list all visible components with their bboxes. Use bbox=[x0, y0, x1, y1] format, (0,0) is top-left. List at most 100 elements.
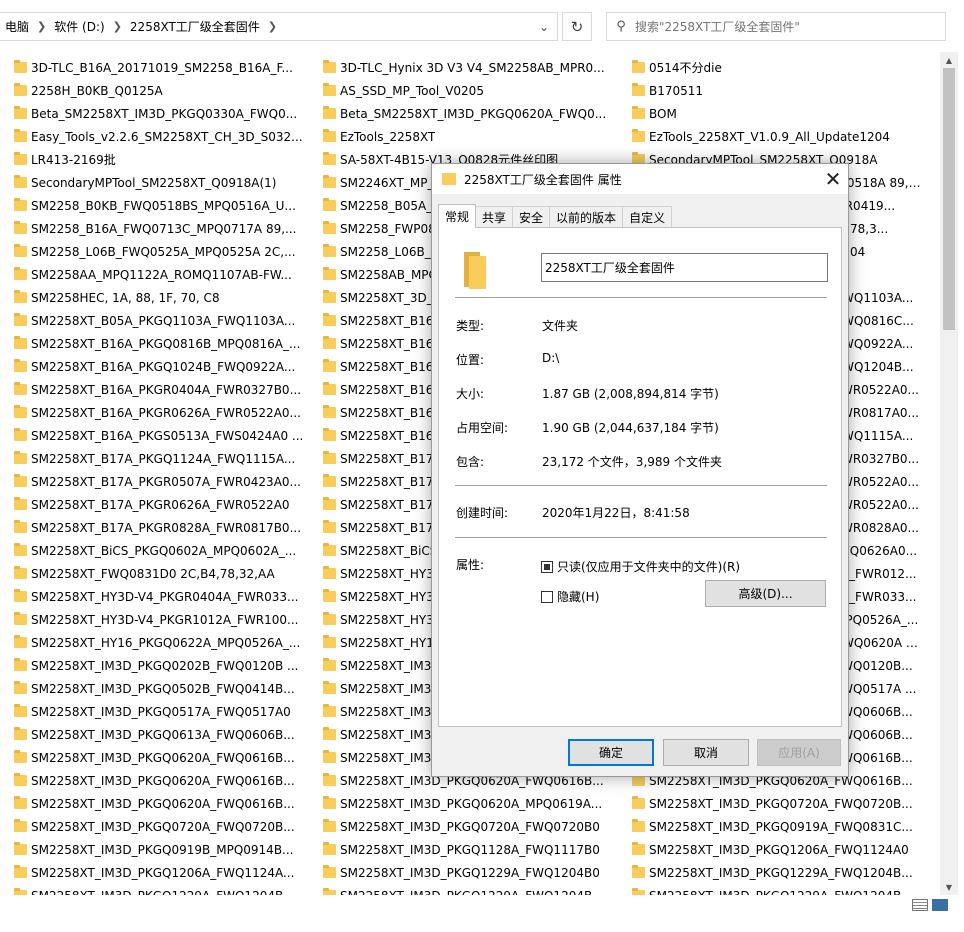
list-item[interactable]: SM2258_B16A_FWQ0713C_MPQ0717A 89,... bbox=[14, 217, 323, 240]
list-item[interactable]: SM2258XT_IM3D_PKGQ1229A_FWQ1204B... bbox=[632, 861, 940, 884]
cancel-button[interactable]: 取消 bbox=[663, 739, 749, 766]
breadcrumb-drive[interactable]: 软件 (D:) bbox=[48, 18, 110, 35]
tab-previous-versions[interactable]: 以前的版本 bbox=[549, 206, 624, 228]
advanced-button[interactable]: 高级(D)... bbox=[705, 580, 826, 607]
tab-general[interactable]: 常规 bbox=[438, 204, 477, 228]
details-view-icon[interactable] bbox=[912, 899, 928, 911]
list-item[interactable]: SM2258XT_IM3D_PKGQ0720A_FWQ0720B0 bbox=[323, 815, 632, 838]
list-item[interactable]: Beta_SM2258XT_IM3D_PKGQ0330A_FWQ0... bbox=[14, 102, 323, 125]
list-item[interactable]: BOM bbox=[632, 102, 940, 125]
list-item[interactable]: 2258H_B0KB_Q0125A bbox=[14, 79, 323, 102]
ok-button[interactable]: 确定 bbox=[568, 739, 654, 766]
list-item[interactable]: SM2258XT_IM3D_PKGQ1206A_FWQ1124A0 bbox=[632, 838, 940, 861]
list-item[interactable]: EzTools_2258XT bbox=[323, 125, 632, 148]
folder-icon bbox=[14, 681, 27, 694]
list-item[interactable]: SM2258XT_IM3D_PKGQ0620A_MPQ0619A... bbox=[323, 792, 632, 815]
list-item[interactable]: SM2258XT_HY16_PKGQ0622A_MPQ0526A_... bbox=[14, 631, 323, 654]
tab-security[interactable]: 安全 bbox=[512, 206, 551, 228]
list-item[interactable]: LR413-2169批 bbox=[14, 148, 323, 171]
file-name: SM2258XT_B16A_PKGQ1024B_FWQ0922A... bbox=[31, 359, 296, 374]
breadcrumb-separator-icon[interactable]: ❯ bbox=[111, 20, 124, 33]
list-item[interactable]: SM2258XT_HY3D-V4_PKGR0404A_FWR033... bbox=[14, 585, 323, 608]
list-item[interactable]: Beta_SM2258XT_IM3D_PKGQ0620A_FWQ0... bbox=[323, 102, 632, 125]
breadcrumb-separator-icon[interactable]: ❯ bbox=[35, 20, 48, 33]
search-box[interactable]: ⚲ bbox=[606, 12, 946, 41]
list-item[interactable]: SM2258XT_IM3D_PKGQ0620A_FWQ0616B... bbox=[14, 792, 323, 815]
list-item[interactable]: SM2258XT_IM3D_PKGQ1128A_FWQ1117B0 bbox=[323, 838, 632, 861]
list-item[interactable]: SM2258XT_B17A_PKGR0626A_FWR0522A0 bbox=[14, 493, 323, 516]
dialog-titlebar[interactable]: 2258XT工厂级全套固件 属性 ✕ bbox=[432, 164, 848, 194]
list-item[interactable]: SM2258XT_B05A_PKGQ1103A_FWQ1103A... bbox=[14, 309, 323, 332]
list-item[interactable]: SM2258XT_IM3D_PKGQ1229A_FWQ1204B... bbox=[14, 884, 323, 895]
close-icon[interactable]: ✕ bbox=[818, 164, 848, 194]
large-icons-view-icon[interactable] bbox=[932, 899, 948, 911]
list-item[interactable]: SM2258XT_IM3D_PKGQ0720A_FWQ0720B... bbox=[14, 815, 323, 838]
list-item[interactable]: SM2258XT_IM3D_PKGQ1229A_FWQ1204B... bbox=[632, 884, 940, 895]
list-item[interactable]: SM2258XT_B16A_PKGR0404A_FWR0327B0... bbox=[14, 378, 323, 401]
list-item[interactable]: SM2258AA_MPQ1122A_ROMQ1107AB-FW... bbox=[14, 263, 323, 286]
address-bar[interactable]: 电脑 ❯ 软件 (D:) ❯ 2258XT工厂级全套固件 ❯ ⌄ bbox=[0, 12, 558, 41]
tab-customize[interactable]: 自定义 bbox=[622, 206, 673, 228]
checkbox-icon[interactable] bbox=[541, 590, 553, 603]
list-item[interactable]: SM2258XT_IM3D_PKGQ0919B_MPQ0914B... bbox=[14, 838, 323, 861]
list-item[interactable]: SM2258XT_B16A_PKGQ0816B_MPQ0816A_... bbox=[14, 332, 323, 355]
list-item[interactable]: B170511 bbox=[632, 79, 940, 102]
list-item[interactable]: SM2258XT_IM3D_PKGQ1229A_FWQ1204B... bbox=[323, 884, 632, 895]
list-item[interactable]: SM2258XT_IM3D_PKGQ0919A_FWQ0831C... bbox=[632, 815, 940, 838]
folder-name-input[interactable] bbox=[541, 253, 828, 282]
list-item[interactable]: SM2258XT_B16A_PKGR0626A_FWR0522A0... bbox=[14, 401, 323, 424]
list-item[interactable]: 3D-TLC_B16A_20171019_SM2258_B16A_F... bbox=[14, 56, 323, 79]
list-item[interactable]: SecondaryMPTool_SM2258XT_Q0918A(1) bbox=[14, 171, 323, 194]
list-item[interactable]: SM2258_L06B_FWQ0525A_MPQ0525A 2C,... bbox=[14, 240, 323, 263]
list-item[interactable]: SM2258XT_B16A_PKGQ1024B_FWQ0922A... bbox=[14, 355, 323, 378]
scroll-down-icon[interactable]: ▼ bbox=[940, 879, 958, 895]
file-name: SM2258XT_IM3 bbox=[340, 704, 432, 719]
general-tab-panel: 类型: 文件夹 位置: D:\ 大小: 1.87 GB (2,008,894,8… bbox=[438, 227, 842, 727]
list-item[interactable]: SM2258XT_IM3D_PKGQ0202B_FWQ0120B ... bbox=[14, 654, 323, 677]
checkbox-indeterminate-icon[interactable] bbox=[541, 560, 553, 573]
list-item[interactable]: SM2258XT_B17A_PKGQ1124A_FWQ1115A... bbox=[14, 447, 323, 470]
list-item[interactable]: SM2258XT_HY3D-V4_PKGR1012A_FWR100... bbox=[14, 608, 323, 631]
chevron-down-icon[interactable]: ⌄ bbox=[531, 13, 557, 40]
folder-icon bbox=[14, 750, 27, 763]
list-item[interactable]: SM2258XT_IM3D_PKGQ0517A_FWQ0517A0 bbox=[14, 700, 323, 723]
list-item[interactable]: AS_SSD_MP_Tool_V0205 bbox=[323, 79, 632, 102]
list-item[interactable]: SM2258XT_IM3D_PKGQ0620A_FWQ0616B... bbox=[14, 769, 323, 792]
scroll-up-icon[interactable]: ▲ bbox=[940, 52, 958, 68]
breadcrumb-computer[interactable]: 电脑 bbox=[0, 18, 35, 35]
scroll-thumb[interactable] bbox=[943, 68, 955, 330]
list-item[interactable]: 3D-TLC_Hynix 3D V3 V4_SM2258AB_MPR0... bbox=[323, 56, 632, 79]
breadcrumb-separator-icon[interactable]: ❯ bbox=[266, 20, 279, 33]
file-name: SM2258XT_IM3 bbox=[340, 681, 432, 696]
list-item[interactable]: SM2258XT_IM3D_PKGQ0613A_FWQ0606B... bbox=[14, 723, 323, 746]
list-item[interactable]: SM2258XT_IM3D_PKGQ0502B_FWQ0414B... bbox=[14, 677, 323, 700]
list-item[interactable]: SM2258XT_BiCS_PKGQ0602A_MPQ0602A_... bbox=[14, 539, 323, 562]
readonly-checkbox[interactable]: 只读(仅应用于文件夹中的文件)(R) bbox=[541, 558, 740, 575]
file-name: 3D-TLC_B16A_20171019_SM2258_B16A_F... bbox=[31, 60, 293, 75]
list-item[interactable]: 0514不分die bbox=[632, 56, 940, 79]
folder-icon bbox=[323, 244, 336, 257]
folder-icon bbox=[632, 129, 645, 142]
list-item[interactable]: EzTools_2258XT_V1.0.9_All_Update1204 bbox=[632, 125, 940, 148]
list-item[interactable]: SM2258XT_B17A_PKGR0828A_FWR0817B0... bbox=[14, 516, 323, 539]
list-item[interactable]: SM2258XT_IM3D_PKGQ0720A_FWQ0720B... bbox=[632, 792, 940, 815]
file-name: SM2258XT_IM3D_PKGQ0620A_FWQ0616B... bbox=[31, 750, 295, 765]
list-item[interactable]: SM2258XT_B16A_PKGS0513A_FWS0424A0 ... bbox=[14, 424, 323, 447]
list-item[interactable]: Easy_Tools_v2.2.6_SM2258XT_CH_3D_S032... bbox=[14, 125, 323, 148]
list-item[interactable]: SM2258XT_IM3D_PKGQ0620A_FWQ0616B... bbox=[14, 746, 323, 769]
search-input[interactable] bbox=[635, 19, 935, 34]
list-item[interactable]: SM2258XT_IM3D_PKGQ1229A_FWQ1204B0 bbox=[323, 861, 632, 884]
tab-sharing[interactable]: 共享 bbox=[475, 206, 514, 228]
vertical-scrollbar[interactable]: ▲ ▼ bbox=[940, 52, 958, 895]
hidden-checkbox[interactable]: 隐藏(H) bbox=[541, 588, 599, 605]
list-item[interactable]: SM2258_B0KB_FWQ0518BS_MPQ0516A_U... bbox=[14, 194, 323, 217]
list-item[interactable]: SM2258XT_FWQ0831D0 2C,B4,78,32,AA bbox=[14, 562, 323, 585]
breadcrumb-folder[interactable]: 2258XT工厂级全套固件 bbox=[124, 18, 266, 35]
refresh-icon[interactable]: ↻ bbox=[562, 12, 592, 41]
list-item[interactable]: SM2258HEC, 1A, 88, 1F, 70, C8 bbox=[14, 286, 323, 309]
list-item[interactable]: SM2258XT_IM3D_PKGQ1206A_FWQ1124A... bbox=[14, 861, 323, 884]
location-value: D:\ bbox=[542, 351, 560, 365]
file-name: SM2258HEC, 1A, 88, 1F, 70, C8 bbox=[31, 290, 220, 305]
list-item[interactable]: SM2258XT_B17A_PKGR0507A_FWR0423A0... bbox=[14, 470, 323, 493]
folder-icon bbox=[632, 83, 645, 96]
